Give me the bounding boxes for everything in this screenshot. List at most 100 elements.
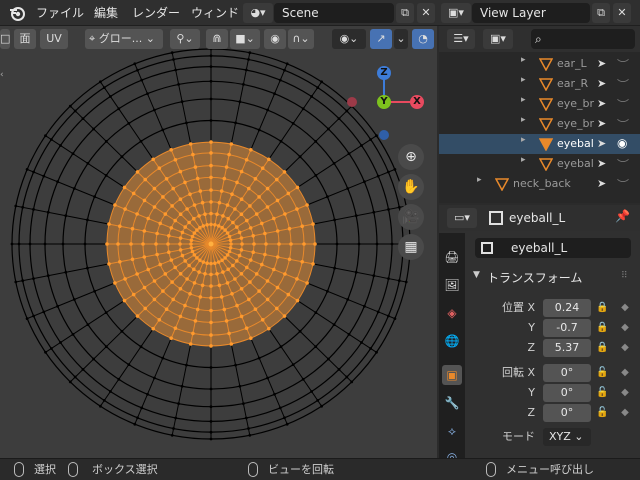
expand-arrow-icon[interactable]: ▸ (521, 95, 526, 105)
animate-rotation-x-icon[interactable]: ◆ (619, 366, 631, 380)
select-arrow-icon[interactable]: ➤ (597, 137, 606, 150)
editor-type-icon[interactable]: ▭▾ (447, 208, 477, 228)
gizmo-x-axis[interactable]: X (410, 95, 424, 109)
eye-visibility-icon[interactable]: ︶ (617, 176, 629, 193)
eye-visibility-icon[interactable]: ︶ (617, 156, 629, 173)
object-name-field[interactable]: eyeball_L (475, 238, 631, 258)
menu-edit[interactable]: 編集 (94, 4, 118, 22)
gizmo-toggle-icon[interactable]: ↗ (370, 29, 392, 49)
select-arrow-icon[interactable]: ➤ (597, 97, 606, 110)
outliner-row[interactable]: ▸ ear_L ➤ ︶ (439, 54, 640, 74)
transform-panel-header[interactable]: ▼ トランスフォーム ⠿ (465, 267, 640, 289)
location-y-field[interactable]: -0.7 (543, 319, 591, 337)
animate-location-x-icon[interactable]: ◆ (619, 301, 631, 315)
falloff-curve-icon[interactable]: ∩⌄ (288, 29, 314, 49)
expand-arrow-icon[interactable]: ▸ (521, 155, 526, 165)
animate-rotation-z-icon[interactable]: ◆ (619, 406, 631, 420)
menu-window[interactable]: ウィンド (191, 4, 239, 22)
outliner-row[interactable]: ▸ neck_back ➤ ︶ (439, 174, 640, 194)
proportional-edit-icon[interactable]: ◉ (264, 29, 286, 49)
drag-handle-icon[interactable]: ⠿ (621, 271, 628, 281)
lock-location-x-icon[interactable]: 🔒 (596, 301, 608, 315)
tab-world-icon[interactable]: 🌐 (442, 331, 462, 351)
location-z-field[interactable]: 5.37 (543, 339, 591, 357)
tab-modifiers-icon[interactable]: 🔧 (442, 393, 462, 413)
view-layer-selector-icon[interactable]: ▣▾ (441, 3, 471, 23)
outliner-row[interactable]: ▸ eyebal ➤ ◉ (439, 134, 640, 154)
delete-scene-icon[interactable]: ✕ (417, 3, 435, 23)
animate-location-y-icon[interactable]: ◆ (619, 321, 631, 335)
overlay-toggle-icon[interactable]: ◔ (412, 29, 434, 49)
pivot-point-icon[interactable]: ⚲⌄ (170, 29, 200, 49)
location-x-field[interactable]: 0.24 (543, 299, 591, 317)
scene-selector-icon[interactable]: ◕▾ (243, 3, 273, 23)
tab-scene-icon[interactable]: ◈ (442, 303, 462, 323)
visibility-eye-icon[interactable]: ◉⌄ (332, 29, 366, 49)
toolbar-expand-icon[interactable]: ‹ (0, 70, 8, 80)
3d-viewport[interactable]: □ 面 UV ⌖ グロー... ⌄ ⚲⌄ ⋒ ■⌄ ◉ ∩⌄ ◉⌄ ↗ ⌄ ◔ … (0, 26, 437, 458)
outliner-search-input[interactable]: ⌕ (531, 29, 635, 49)
select-arrow-icon[interactable]: ➤ (597, 177, 606, 190)
unlock-rotation-y-icon[interactable]: 🔓 (596, 386, 608, 400)
outliner-row[interactable]: ▸ eyebal ➤ ︶ (439, 154, 640, 174)
unlock-rotation-z-icon[interactable]: 🔓 (596, 406, 608, 420)
display-mode-icon[interactable]: ☰▾ (447, 29, 475, 49)
expand-arrow-icon[interactable]: ▸ (521, 115, 526, 125)
unlock-rotation-x-icon[interactable]: 🔓 (596, 366, 608, 380)
rotation-x-field[interactable]: 0° (543, 364, 591, 382)
scene-name-field[interactable]: Scene (274, 3, 394, 23)
pan-hand-icon[interactable]: ✋ (398, 174, 424, 200)
tab-output-icon[interactable]: 🖨 (442, 247, 462, 267)
select-arrow-icon[interactable]: ➤ (597, 157, 606, 170)
outliner-row[interactable]: ▸ eye_br ➤ ︶ (439, 114, 640, 134)
zoom-icon[interactable]: ⊕ (398, 144, 424, 170)
camera-icon[interactable]: 🎥 (398, 204, 424, 230)
expand-arrow-icon[interactable]: ▸ (477, 175, 482, 185)
expand-arrow-icon[interactable]: ▸ (521, 55, 526, 65)
view-layer-field[interactable]: View Layer (472, 3, 590, 23)
select-arrow-icon[interactable]: ➤ (597, 77, 606, 90)
eye-visibility-icon[interactable]: ︶ (617, 96, 629, 113)
select-mode-vertex-button[interactable]: □ (0, 29, 10, 49)
tab-view-layer-icon[interactable]: 🖼 (442, 275, 462, 295)
tab-particles-icon[interactable]: ⟡ (442, 421, 462, 441)
rotation-mode-dropdown[interactable]: XYZ ⌄ (543, 428, 591, 446)
filter-icon[interactable]: ▣▾ (483, 29, 513, 49)
gizmo-z-axis[interactable]: Z (377, 66, 391, 80)
new-scene-icon[interactable]: ⧉ (396, 3, 414, 23)
select-arrow-icon[interactable]: ➤ (597, 117, 606, 130)
menu-file[interactable]: ファイル (36, 4, 84, 22)
lock-location-z-icon[interactable]: 🔒 (596, 341, 608, 355)
new-view-layer-icon[interactable]: ⧉ (592, 3, 610, 23)
gizmo-chevron-down-icon[interactable]: ⌄ (394, 29, 408, 49)
outliner-row[interactable]: ▸ ear_R ➤ ︶ (439, 74, 640, 94)
eye-visibility-icon[interactable]: ︶ (617, 116, 629, 133)
animate-rotation-y-icon[interactable]: ◆ (619, 386, 631, 400)
vertex (61, 242, 65, 246)
lock-location-y-icon[interactable]: 🔒 (596, 321, 608, 335)
select-mode-face-button[interactable]: 面 (14, 29, 36, 49)
snap-magnet-icon[interactable]: ⋒ (206, 29, 228, 49)
eye-visibility-icon[interactable]: ︶ (617, 76, 629, 93)
outliner-row[interactable]: ▸ eye_br ➤ ︶ (439, 94, 640, 114)
pin-icon[interactable]: 📌 (615, 209, 631, 227)
rotation-y-field[interactable]: 0° (543, 384, 591, 402)
grid-toggle-icon[interactable]: ▦ (398, 234, 424, 260)
blender-logo-icon[interactable] (8, 4, 26, 22)
selected-vertex (215, 212, 219, 216)
snap-target-icon[interactable]: ■⌄ (230, 29, 260, 49)
menu-render[interactable]: レンダー (132, 4, 180, 22)
delete-view-layer-icon[interactable]: ✕ (613, 3, 631, 23)
select-arrow-icon[interactable]: ➤ (597, 57, 606, 70)
transform-orientation-dropdown[interactable]: ⌖ グロー... ⌄ (85, 29, 163, 49)
gizmo-y-axis[interactable]: Y (377, 95, 391, 109)
animate-location-z-icon[interactable]: ◆ (619, 341, 631, 355)
selected-vertex (224, 165, 229, 169)
tab-object-icon[interactable]: ▣ (442, 365, 462, 385)
expand-arrow-icon[interactable]: ▸ (521, 135, 526, 145)
eye-visibility-icon[interactable]: ◉ (617, 136, 627, 150)
expand-arrow-icon[interactable]: ▸ (521, 75, 526, 85)
rotation-z-field[interactable]: 0° (543, 404, 591, 422)
eye-visibility-icon[interactable]: ︶ (617, 56, 629, 73)
uv-menu-button[interactable]: UV (40, 29, 68, 49)
